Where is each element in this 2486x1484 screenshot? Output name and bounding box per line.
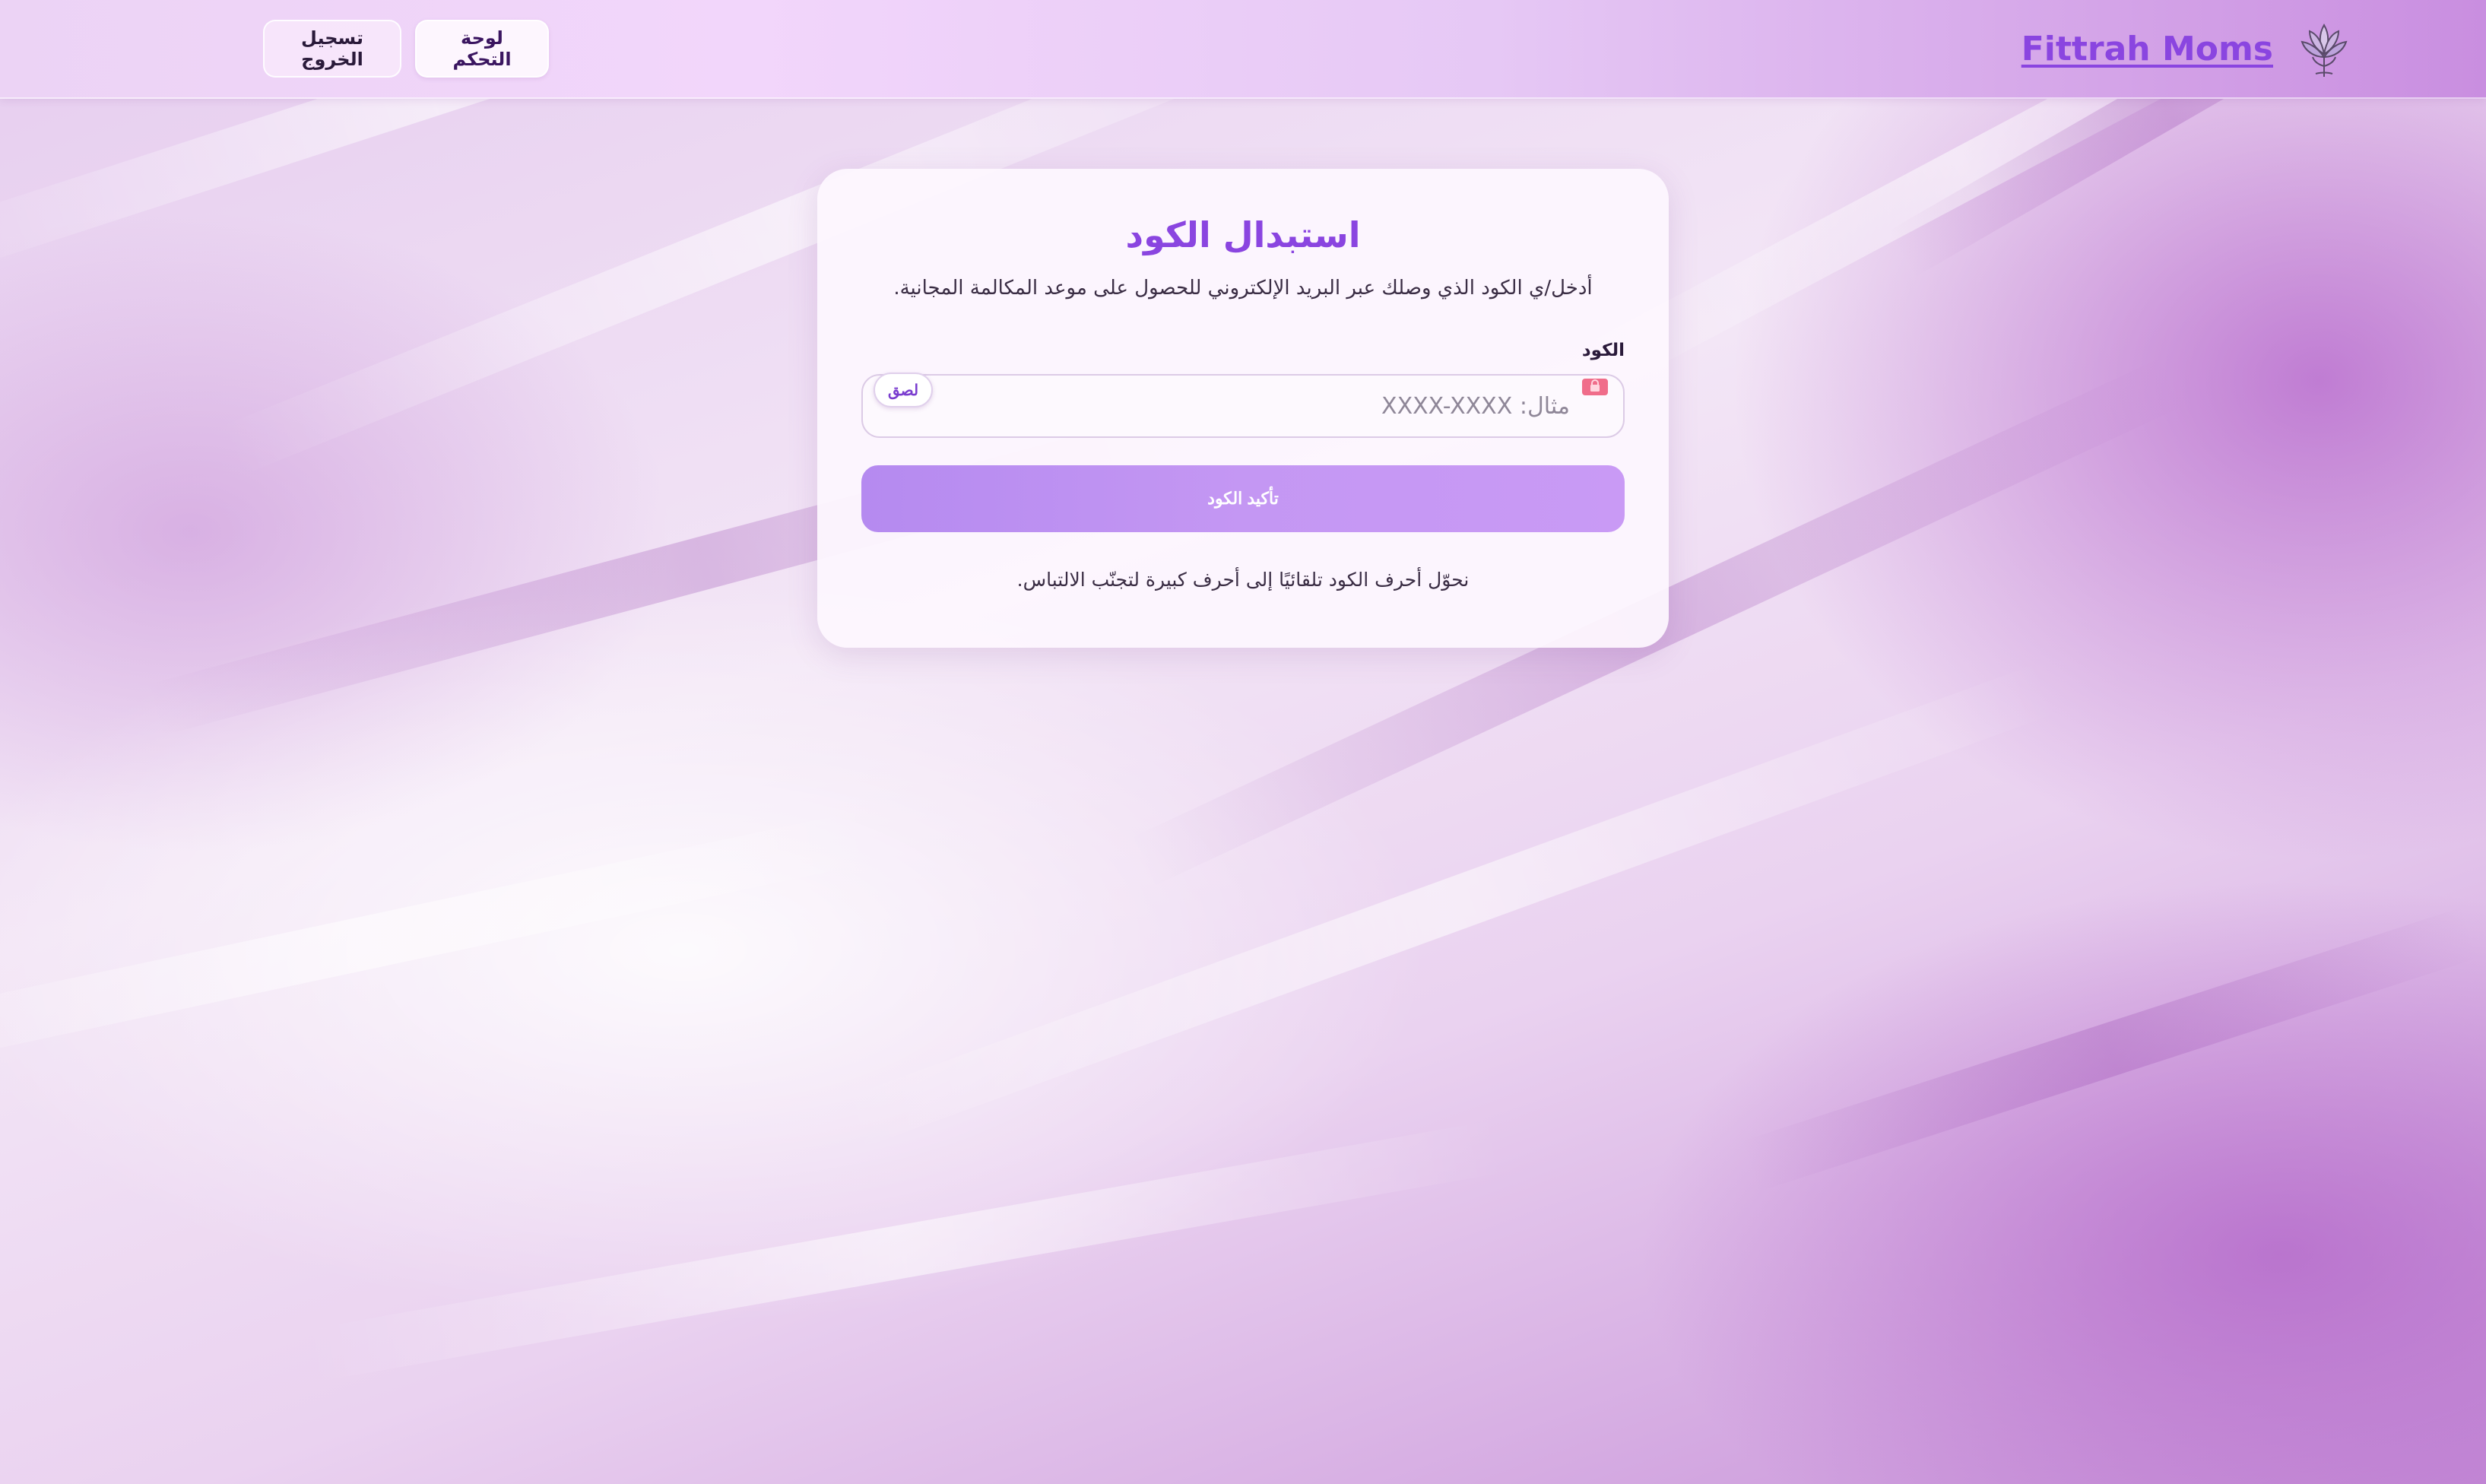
header-nav: تسجيل الخروج لوحة التحكم (263, 20, 549, 78)
uppercase-note: نحوّل أحرف الكود تلقائيًا إلى أحرف كبيرة… (1016, 569, 1470, 591)
lotus-flower-icon (2301, 24, 2348, 77)
brand[interactable]: Fittrah Moms (2021, 17, 2349, 81)
page-title: استبدال الكود (1125, 214, 1361, 255)
confirm-code-button[interactable]: تأكيد الكود (861, 465, 1625, 532)
redeem-code-card: استبدال الكود أدخل/ي الكود الذي وصلك عبر… (817, 169, 1669, 648)
code-field: لصق (861, 373, 1625, 438)
lock-icon (1582, 379, 1608, 395)
top-navbar: تسجيل الخروج لوحة التحكم Fittrah Moms (0, 0, 2486, 99)
paste-button[interactable]: لصق (874, 373, 933, 407)
dashboard-button[interactable]: لوحة التحكم (415, 20, 549, 78)
code-input[interactable] (863, 376, 1623, 436)
brand-name-link[interactable]: Fittrah Moms (2021, 30, 2273, 68)
code-field-label: الكود (1581, 341, 1625, 360)
card-subtitle: أدخل/ي الكود الذي وصلك عبر البريد الإلكت… (893, 277, 1593, 300)
logout-button[interactable]: تسجيل الخروج (263, 20, 401, 78)
